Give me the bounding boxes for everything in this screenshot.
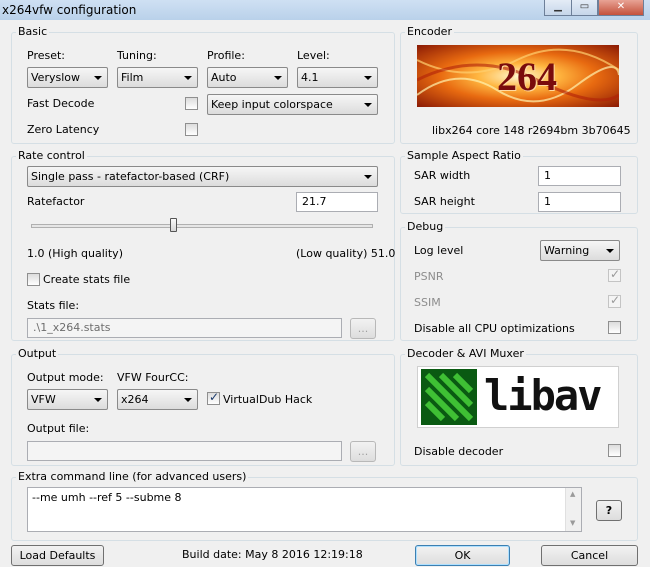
stats-file-browse-button[interactable]: ... [350, 318, 376, 339]
psnr-checkbox[interactable] [608, 267, 621, 282]
ratefactor-input[interactable]: 21.7 [296, 192, 378, 212]
disable-decoder-label: Disable decoder [414, 445, 504, 458]
ratefactor-label: Ratefactor [27, 195, 85, 208]
profile-select[interactable]: Auto [207, 67, 288, 88]
maximize-icon[interactable]: ▭ [571, 0, 598, 16]
output-mode-label: Output mode: [27, 371, 104, 384]
ratefactor-slider-track[interactable] [31, 224, 373, 228]
disable-cpu-checkbox[interactable] [608, 321, 621, 334]
libav-logo: libav [417, 366, 619, 428]
extra-cmdline-textarea[interactable]: --me umh --ref 5 --subme 8 ▲ ▼ [27, 487, 582, 532]
vdub-hack-label: VirtualDub Hack [223, 393, 313, 406]
output-file-input[interactable] [27, 441, 342, 461]
sar-height-label: SAR height [414, 195, 475, 208]
ratefactor-min-label: 1.0 (High quality) [27, 247, 123, 260]
minimize-icon[interactable]: ▁ [544, 0, 572, 16]
build-date: Build date: May 8 2016 12:19:18 [182, 548, 363, 561]
output-file-browse-button[interactable]: ... [350, 441, 376, 462]
encoder-group-label: Encoder [405, 25, 454, 38]
sar-width-label: SAR width [414, 169, 471, 182]
create-stats-checkbox[interactable] [27, 273, 40, 286]
load-defaults-button[interactable]: Load Defaults [11, 545, 104, 566]
zero-latency-label: Zero Latency [27, 123, 100, 136]
log-level-label: Log level [414, 244, 464, 257]
basic-group-label: Basic [16, 25, 50, 38]
rate-control-mode-select[interactable]: Single pass - ratefactor-based (CRF) [27, 166, 378, 187]
title-bar: x264vfw configuration ▁ ▭ ✕ [0, 0, 650, 20]
vdub-hack-checkbox[interactable] [207, 390, 220, 405]
tuning-select[interactable]: Film [117, 67, 198, 88]
preset-label: Preset: [27, 49, 66, 62]
ssim-label: SSIM [414, 296, 441, 309]
create-stats-label: Create stats file [43, 273, 131, 286]
stats-file-input[interactable]: .\1_x264.stats [27, 318, 342, 338]
fast-decode-checkbox[interactable] [185, 97, 198, 110]
extra-cmdline-text: --me umh --ref 5 --subme 8 [32, 491, 182, 504]
help-button[interactable]: ? [596, 500, 622, 521]
extra-cmdline-group-label: Extra command line (for advanced users) [16, 470, 249, 483]
scroll-down-icon[interactable]: ▼ [570, 519, 575, 527]
log-level-select[interactable]: Warning [540, 240, 620, 261]
ok-button[interactable]: OK [415, 545, 510, 566]
output-mode-select[interactable]: VFW [27, 389, 108, 410]
disable-cpu-label: Disable all CPU optimizations [414, 322, 575, 335]
extra-cmdline-scrollbar[interactable]: ▲ ▼ [565, 488, 581, 531]
fourcc-select[interactable]: x264 [117, 389, 198, 410]
rate-control-group-label: Rate control [16, 149, 87, 162]
sar-height-input[interactable]: 1 [538, 192, 621, 212]
colorspace-select[interactable]: Keep input colorspace [207, 94, 378, 115]
fast-decode-label: Fast Decode [27, 97, 95, 110]
config-window: x264vfw configuration ▁ ▭ ✕ Basic Preset… [0, 0, 650, 567]
ratefactor-slider-thumb[interactable] [169, 218, 177, 232]
x264-logo-text: 264 [497, 54, 557, 99]
libav-stripes-icon [421, 369, 477, 425]
encoder-version: libx264 core 148 r2694bm 3b70645 [432, 124, 631, 137]
ratefactor-max-label: (Low quality) 51.0 [296, 247, 396, 260]
close-icon[interactable]: ✕ [598, 0, 644, 16]
ssim-checkbox[interactable] [608, 293, 621, 308]
zero-latency-checkbox[interactable] [185, 123, 198, 136]
scroll-up-icon[interactable]: ▲ [570, 490, 575, 498]
tuning-label: Tuning: [117, 49, 157, 62]
stats-file-label: Stats file: [27, 299, 80, 312]
fourcc-label: VFW FourCC: [117, 371, 189, 384]
profile-label: Profile: [207, 49, 245, 62]
window-title: x264vfw configuration [2, 3, 137, 17]
sar-width-input[interactable]: 1 [538, 166, 621, 186]
level-select[interactable]: 4.1 [297, 67, 378, 88]
preset-select[interactable]: Veryslow [27, 67, 108, 88]
output-file-label: Output file: [27, 422, 90, 435]
output-group-label: Output [16, 347, 59, 360]
psnr-label: PSNR [414, 270, 444, 283]
level-label: Level: [297, 49, 330, 62]
sar-group-label: Sample Aspect Ratio [405, 149, 523, 162]
libav-logo-text: libav [484, 371, 602, 420]
debug-group-label: Debug [405, 220, 446, 233]
cancel-button[interactable]: Cancel [541, 545, 638, 566]
decoder-group-label: Decoder & AVI Muxer [405, 347, 526, 360]
x264-logo: 264 [417, 45, 619, 107]
disable-decoder-checkbox[interactable] [608, 444, 621, 457]
